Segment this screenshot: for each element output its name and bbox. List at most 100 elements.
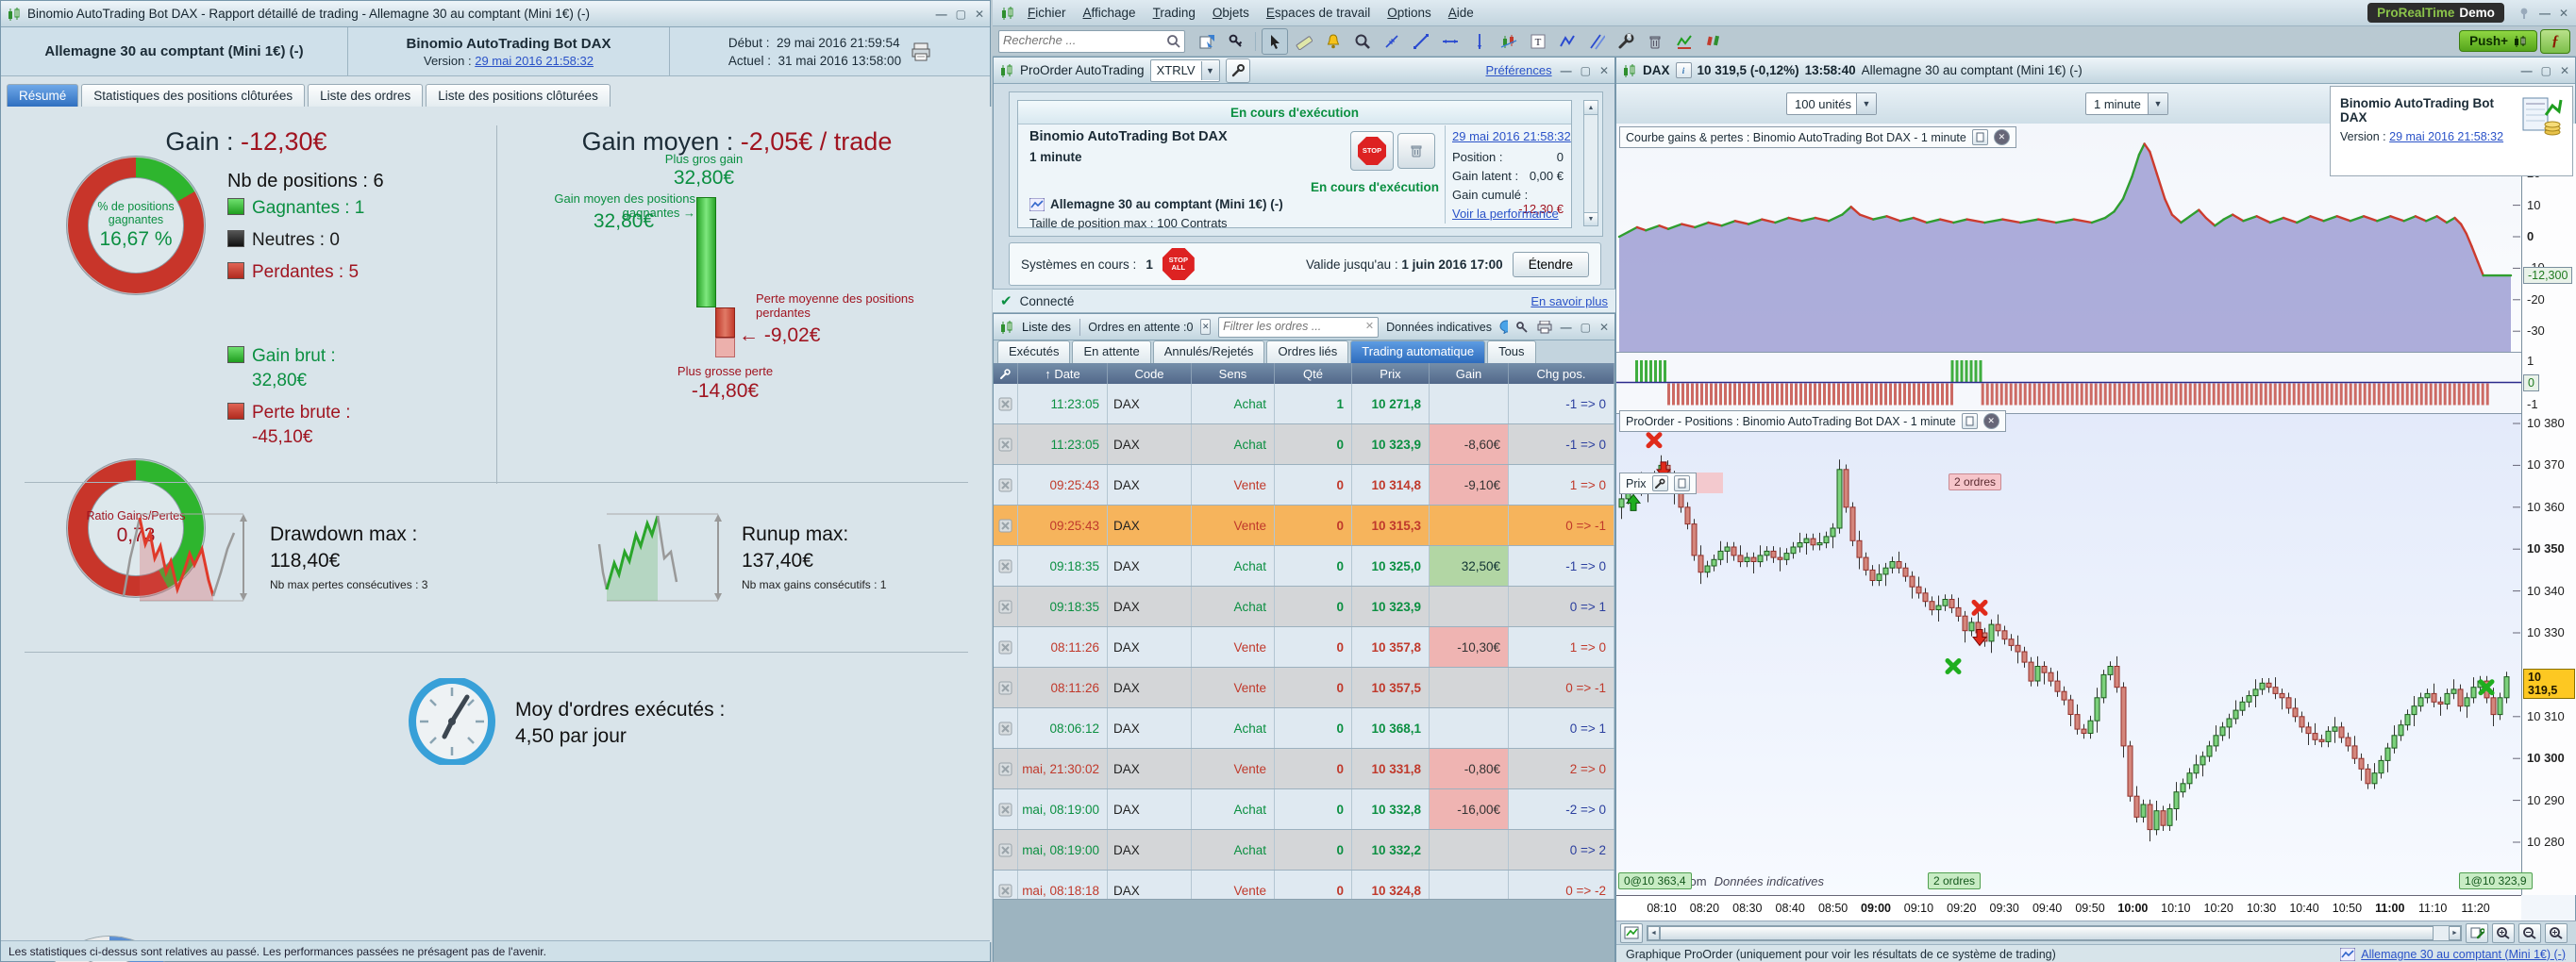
trash-icon[interactable] <box>1642 28 1668 55</box>
stop-all-button[interactable]: STOP ALL <box>1163 248 1195 280</box>
pin-icon[interactable] <box>2517 7 2531 20</box>
tools-wrench-icon[interactable] <box>1613 28 1639 55</box>
zoom-out-icon[interactable] <box>2518 923 2541 943</box>
minimize-icon[interactable]: — <box>1561 64 1572 77</box>
maximize-icon[interactable]: ▢ <box>956 8 966 21</box>
col-gain[interactable]: Gain <box>1430 363 1509 384</box>
close-icon[interactable]: ✕ <box>2560 64 2569 77</box>
menu-fichier[interactable]: Fichier <box>1019 3 1075 23</box>
ruler-icon[interactable] <box>1291 28 1317 55</box>
close-pane-icon[interactable]: ✕ <box>1983 413 1999 429</box>
flash-function-icon[interactable]: ƒ <box>2540 29 2570 54</box>
system-start-link[interactable]: 29 mai 2016 21:58:32 <box>1452 129 1571 143</box>
minimize-icon[interactable]: — <box>2539 7 2551 20</box>
new-workspace-icon[interactable] <box>1194 28 1220 55</box>
menu-options[interactable]: Options <box>1379 3 1440 23</box>
header-wrench-icon[interactable] <box>994 363 1018 384</box>
key-icon[interactable] <box>1515 321 1529 334</box>
orders-tab-trading-automatique[interactable]: Trading automatique <box>1350 340 1485 363</box>
col-sens[interactable]: Sens <box>1192 363 1275 384</box>
order-row[interactable]: 09:25:43DAXVente010 315,30 => -1 <box>994 506 1614 546</box>
close-icon[interactable]: ✕ <box>1599 321 1609 334</box>
order-row[interactable]: 11:23:05DAXAchat010 323,9-8,60€-1 => 0 <box>994 424 1614 465</box>
chart-mode-icon[interactable] <box>1620 923 1643 943</box>
menu-objets[interactable]: Objets <box>1204 3 1258 23</box>
order-row[interactable]: 11:23:05DAXAchat110 271,8-1 => 0 <box>994 384 1614 424</box>
tab-liste-des-positions-clôturées[interactable]: Liste des positions clôturées <box>426 84 611 107</box>
vertical-scrollbar[interactable]: ▲ ▼ <box>1583 100 1598 226</box>
order-row[interactable]: 30 mai, 08:19:00DAXAchat010 332,20 => 2 <box>994 830 1614 871</box>
key-icon[interactable] <box>1223 28 1249 55</box>
timeframe-select[interactable]: 1 minute▼ <box>2085 92 2168 115</box>
minimize-icon[interactable]: — <box>2521 64 2533 77</box>
maximize-icon[interactable]: ▢ <box>2541 64 2551 77</box>
report-shortcut-icon[interactable] <box>2521 96 2563 138</box>
minimize-icon[interactable]: — <box>936 8 947 21</box>
order-row[interactable]: 09:25:43DAXVente010 314,8-9,10€1 => 0 <box>994 465 1614 506</box>
menu-trading[interactable]: Trading <box>1145 3 1204 23</box>
extend-button[interactable]: Étendre <box>1513 252 1589 277</box>
zoom-fit-icon[interactable] <box>2492 923 2515 943</box>
close-pane-icon[interactable]: ✕ <box>1994 129 2010 145</box>
horizontal-line-icon[interactable] <box>1437 28 1464 55</box>
cancel-pending-icon[interactable]: ✕ <box>1200 319 1211 335</box>
trendline-icon[interactable] <box>1408 28 1434 55</box>
order-row[interactable]: 08:06:12DAXAchat010 368,10 => 1 <box>994 708 1614 749</box>
order-row[interactable]: 30 mai, 08:19:00DAXAchat010 332,8-16,00€… <box>994 789 1614 830</box>
info-icon[interactable]: i <box>1676 62 1692 78</box>
cursor-tool-icon[interactable] <box>1262 28 1288 55</box>
chart-instrument-link[interactable]: Allemagne 30 au comptant (Mini 1€) (-) <box>2361 948 2566 961</box>
minimize-icon[interactable]: — <box>1561 321 1572 334</box>
delete-system-button[interactable] <box>1397 133 1435 169</box>
indicator-green-icon[interactable] <box>1671 28 1698 55</box>
parallel-lines-icon[interactable] <box>1583 28 1610 55</box>
stop-system-button[interactable]: STOP <box>1350 131 1394 171</box>
menu-affichage[interactable]: Affichage <box>1075 3 1145 23</box>
print-icon[interactable] <box>1537 321 1552 334</box>
candlestick-tool-icon[interactable] <box>1496 28 1522 55</box>
col-date[interactable]: ↑ Date <box>1018 363 1108 384</box>
alert-bell-icon[interactable] <box>1320 28 1347 55</box>
tab-statistiques-des-positions-clôturées[interactable]: Statistiques des positions clôturées <box>81 84 305 107</box>
zigzag-tool-icon[interactable] <box>1554 28 1581 55</box>
detach-pane-icon[interactable] <box>1962 413 1978 429</box>
orders-tab-ordres-liés[interactable]: Ordres liés <box>1266 340 1348 363</box>
order-row[interactable]: 09:18:35DAXAchat010 323,90 => 1 <box>994 587 1614 627</box>
detach-pane-icon[interactable] <box>1972 129 1988 145</box>
card-version-link[interactable]: 29 mai 2016 21:58:32 <box>2389 130 2503 143</box>
pattern-candles-icon[interactable] <box>1700 28 1727 55</box>
col-qt[interactable]: Qté <box>1275 363 1352 384</box>
point-marker-icon[interactable] <box>1379 28 1405 55</box>
close-icon[interactable]: ✕ <box>1599 64 1609 77</box>
close-icon[interactable]: ✕ <box>2559 7 2568 20</box>
detach-pane-icon[interactable] <box>1674 475 1690 491</box>
zoom-in-icon[interactable] <box>2545 923 2568 943</box>
menu-aide[interactable]: Aide <box>1440 3 1482 23</box>
order-row[interactable]: 08:11:26DAXVente010 357,50 => -1 <box>994 668 1614 708</box>
tab-résumé[interactable]: Résumé <box>7 84 78 107</box>
order-row[interactable]: 09:18:35DAXAchat010 325,032,50€-1 => 0 <box>994 546 1614 587</box>
preferences-link[interactable]: Préférences <box>1486 63 1552 77</box>
search-input[interactable] <box>999 31 1167 50</box>
brand-badge[interactable]: ProRealTimeDemo <box>2367 3 2504 23</box>
chart-settings-icon[interactable] <box>2466 923 2488 943</box>
orders-tab-exécutés[interactable]: Exécutés <box>997 340 1070 363</box>
vertical-line-icon[interactable] <box>1466 28 1493 55</box>
orders-tab-tous[interactable]: Tous <box>1487 340 1535 363</box>
col-code[interactable]: Code <box>1108 363 1192 384</box>
text-tool-icon[interactable]: T <box>1525 28 1551 55</box>
version-date-link[interactable]: 29 mai 2016 21:58:32 <box>475 54 594 68</box>
clear-filter-icon[interactable]: ✕ <box>1365 320 1374 332</box>
orders-count-badge[interactable]: 2 ordres <box>1949 473 2001 490</box>
maximize-icon[interactable]: ▢ <box>1581 64 1591 77</box>
account-select[interactable]: XTRLV▼ <box>1150 59 1220 82</box>
horizontal-scrollbar[interactable]: ◄ ► <box>1647 925 2462 941</box>
order-row[interactable]: 30 mai, 21:30:02DAXVente010 331,8-0,80€2… <box>994 749 1614 789</box>
orders-tab-en-attente[interactable]: En attente <box>1072 340 1150 363</box>
indicative-balloon-icon[interactable] <box>1499 320 1508 334</box>
orders-filter-input[interactable] <box>1219 318 1378 335</box>
learn-more-link[interactable]: En savoir plus <box>1531 294 1608 308</box>
tab-liste-des-ordres[interactable]: Liste des ordres <box>308 84 423 107</box>
proorder-settings-icon[interactable] <box>1226 58 1250 83</box>
orders-tab-annulés-rejetés[interactable]: Annulés/Rejetés <box>1153 340 1265 363</box>
